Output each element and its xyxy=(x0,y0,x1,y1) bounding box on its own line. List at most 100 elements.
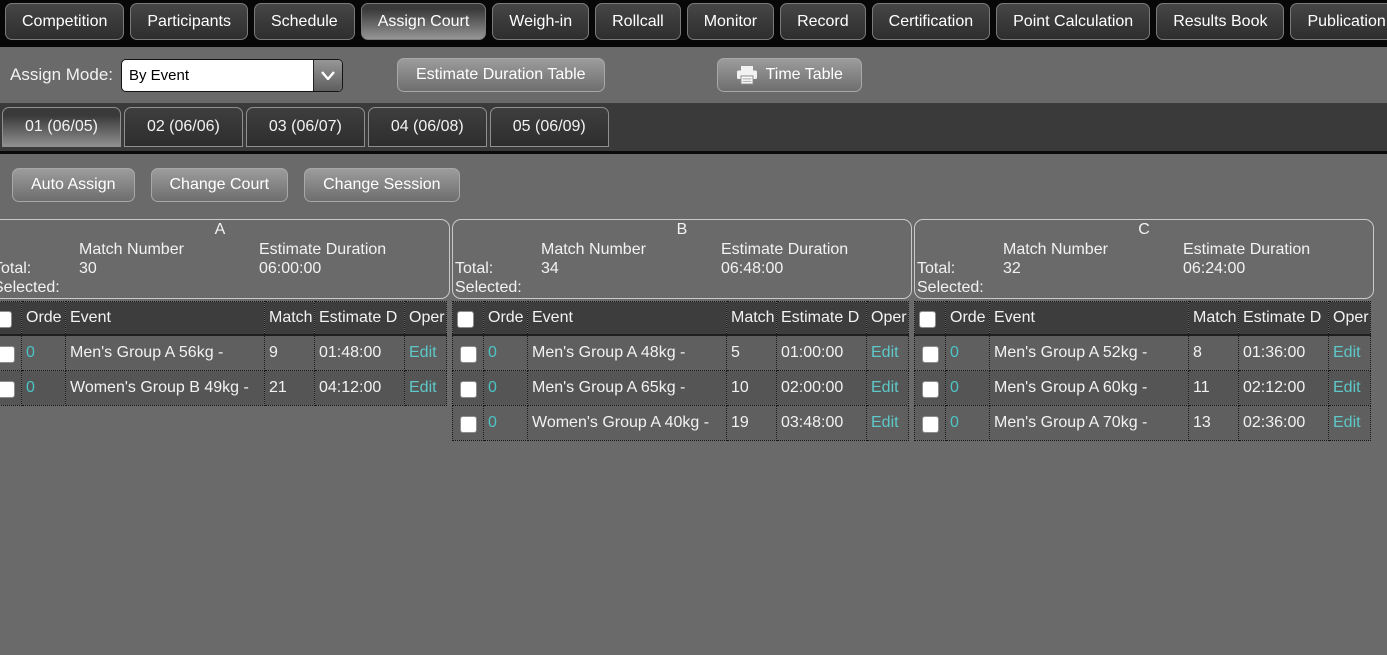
edit-link[interactable]: Edit xyxy=(409,344,437,361)
date-tab-2[interactable]: 02 (06/06) xyxy=(124,107,243,147)
date-tab-3[interactable]: 03 (06/07) xyxy=(246,107,365,147)
assign-mode-select[interactable]: By Event xyxy=(121,59,343,92)
row-checkbox[interactable] xyxy=(460,346,477,363)
estimate-cell: 02:12:00 xyxy=(1239,371,1329,406)
time-table-button[interactable]: Time Table xyxy=(717,58,862,92)
top-tab-participants[interactable]: Participants xyxy=(130,3,248,40)
match-cell: 21 xyxy=(265,371,315,406)
estimate-cell: 01:36:00 xyxy=(1239,335,1329,371)
estimate-duration-value: 06:00:00 xyxy=(259,260,321,278)
row-checkbox[interactable] xyxy=(922,346,939,363)
estimate-duration-value: 06:24:00 xyxy=(1183,260,1245,278)
match-number-label: Match Number xyxy=(541,241,646,259)
select-all-checkbox[interactable] xyxy=(457,311,474,328)
order-cell: 0 xyxy=(22,335,66,371)
table-row: 0 Men's Group A 60kg - 11 02:12:00 Edit xyxy=(915,371,1371,406)
event-cell: Men's Group A 65kg - xyxy=(528,371,727,406)
event-cell: Men's Group A 52kg - xyxy=(990,335,1189,371)
match-number-value: 34 xyxy=(541,260,559,278)
top-tab-weigh-in[interactable]: Weigh-in xyxy=(492,3,589,40)
match-cell: 19 xyxy=(727,406,777,441)
edit-link[interactable]: Edit xyxy=(871,379,899,396)
estimate-cell: 04:12:00 xyxy=(315,371,405,406)
chevron-down-icon[interactable] xyxy=(313,60,342,91)
order-cell: 0 xyxy=(946,371,990,406)
col-event: Event xyxy=(66,302,265,336)
estimate-cell: 02:36:00 xyxy=(1239,406,1329,441)
top-tab-publication[interactable]: Publication xyxy=(1290,3,1387,40)
match-number-label: Match Number xyxy=(79,241,184,259)
court-table: Orde Event Match Estimate D Oper 0 Men's… xyxy=(452,301,909,441)
match-number-value: 30 xyxy=(79,260,97,278)
top-tab-results-book[interactable]: Results Book xyxy=(1156,3,1284,40)
court-summary: C Match Number Estimate Duration Total: … xyxy=(914,219,1374,299)
estimate-duration-table-button[interactable]: Estimate Duration Table xyxy=(397,58,605,92)
table-row: 0 Men's Group A 65kg - 10 02:00:00 Edit xyxy=(453,371,909,406)
order-cell: 0 xyxy=(946,406,990,441)
top-tab-point-calculation[interactable]: Point Calculation xyxy=(996,3,1150,40)
top-tab-assign-court[interactable]: Assign Court xyxy=(361,3,487,40)
match-number-label: Match Number xyxy=(1003,241,1108,259)
change-session-button[interactable]: Change Session xyxy=(304,168,459,202)
date-tab-1[interactable]: 01 (06/05) xyxy=(2,107,121,147)
row-checkbox[interactable] xyxy=(460,381,477,398)
assign-mode-label: Assign Mode: xyxy=(10,65,113,85)
edit-link[interactable]: Edit xyxy=(409,379,437,396)
col-oper: Oper xyxy=(405,302,447,336)
court-panel: B Match Number Estimate Duration Total: … xyxy=(452,219,912,441)
assign-mode-selected-value: By Event xyxy=(122,60,313,91)
edit-link[interactable]: Edit xyxy=(1333,414,1361,431)
event-cell: Men's Group A 48kg - xyxy=(528,335,727,371)
match-cell: 11 xyxy=(1189,371,1239,406)
selected-label: Selected: xyxy=(0,279,60,297)
match-cell: 9 xyxy=(265,335,315,371)
col-estimate: Estimate D xyxy=(1239,302,1329,336)
top-tab-certification[interactable]: Certification xyxy=(872,3,990,40)
row-checkbox[interactable] xyxy=(922,381,939,398)
top-tab-schedule[interactable]: Schedule xyxy=(254,3,355,40)
estimate-duration-label: Estimate Duration xyxy=(259,241,386,259)
top-tab-bar: CompetitionParticipantsScheduleAssign Co… xyxy=(0,0,1387,47)
edit-link[interactable]: Edit xyxy=(1333,344,1361,361)
table-header-row: Orde Event Match Estimate D Oper xyxy=(0,302,447,336)
table-header-row: Orde Event Match Estimate D Oper xyxy=(453,302,909,336)
date-tab-4[interactable]: 04 (06/08) xyxy=(368,107,487,147)
select-all-checkbox[interactable] xyxy=(919,311,936,328)
edit-link[interactable]: Edit xyxy=(1333,379,1361,396)
order-cell: 0 xyxy=(484,335,528,371)
edit-link[interactable]: Edit xyxy=(871,414,899,431)
row-checkbox[interactable] xyxy=(0,346,15,363)
top-tab-monitor[interactable]: Monitor xyxy=(687,3,774,40)
table-row: 0 Women's Group B 49kg - 21 04:12:00 Edi… xyxy=(0,371,447,406)
toolbar: Assign Mode: By Event Estimate Duration … xyxy=(0,47,1387,103)
edit-link[interactable]: Edit xyxy=(871,344,899,361)
printer-icon xyxy=(736,66,758,85)
top-tab-rollcall[interactable]: Rollcall xyxy=(595,3,681,40)
change-court-button[interactable]: Change Court xyxy=(151,168,289,202)
top-tab-record[interactable]: Record xyxy=(780,3,866,40)
table-row: 0 Men's Group A 56kg - 9 01:48:00 Edit xyxy=(0,335,447,371)
col-estimate: Estimate D xyxy=(315,302,405,336)
court-summary: B Match Number Estimate Duration Total: … xyxy=(452,219,912,299)
auto-assign-button[interactable]: Auto Assign xyxy=(12,168,135,202)
table-row: 0 Men's Group A 48kg - 5 01:00:00 Edit xyxy=(453,335,909,371)
order-cell: 0 xyxy=(22,371,66,406)
select-all-checkbox[interactable] xyxy=(0,311,12,328)
order-cell: 0 xyxy=(484,406,528,441)
session-date-tab-bar: 01 (06/05)02 (06/06)03 (06/07)04 (06/08)… xyxy=(0,103,1387,154)
estimate-cell: 01:00:00 xyxy=(777,335,867,371)
estimate-duration-value: 06:48:00 xyxy=(721,260,783,278)
estimate-duration-table-label: Estimate Duration Table xyxy=(416,66,586,84)
row-checkbox[interactable] xyxy=(460,416,477,433)
col-order: Orde xyxy=(484,302,528,336)
table-row: 0 Men's Group A 70kg - 13 02:36:00 Edit xyxy=(915,406,1371,441)
total-label: Total: xyxy=(0,260,31,278)
court-name: C xyxy=(915,221,1373,239)
row-checkbox[interactable] xyxy=(922,416,939,433)
row-checkbox[interactable] xyxy=(0,381,15,398)
col-oper: Oper xyxy=(867,302,909,336)
court-table: Orde Event Match Estimate D Oper 0 Men's… xyxy=(914,301,1371,441)
top-tab-competition[interactable]: Competition xyxy=(5,3,124,40)
estimate-cell: 02:00:00 xyxy=(777,371,867,406)
date-tab-5[interactable]: 05 (06/09) xyxy=(490,107,609,147)
